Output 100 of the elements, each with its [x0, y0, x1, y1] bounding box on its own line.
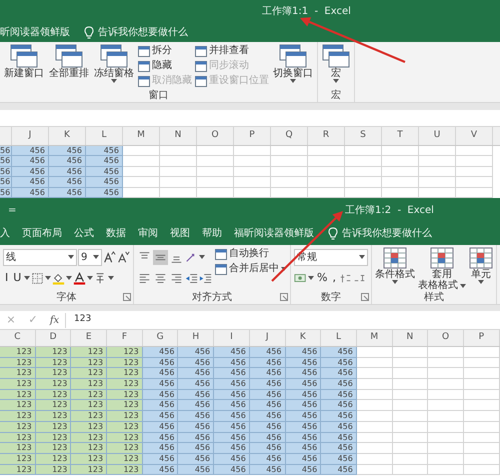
- table-cell: [356, 432, 393, 444]
- column-header[interactable]: M: [356, 330, 393, 346]
- font-grow-icon[interactable]: [103, 250, 116, 264]
- ribbon-button[interactable]: 宏: [321, 44, 351, 83]
- table-cell: 456: [178, 443, 214, 454]
- dialog-launcher-icon[interactable]: [361, 293, 369, 301]
- caret-icon[interactable]: [68, 255, 74, 259]
- column-header[interactable]: S: [345, 127, 382, 145]
- column-header[interactable]: K: [49, 127, 86, 145]
- column-header[interactable]: O: [197, 127, 234, 145]
- ribbon-button[interactable]: 冻结窗格: [93, 44, 135, 83]
- table-cell: 123: [71, 422, 108, 432]
- column-header[interactable]: V: [456, 127, 493, 145]
- ribbon-button[interactable]: 条件格式: [375, 247, 415, 284]
- column-header[interactable]: N: [392, 330, 428, 346]
- caret-icon[interactable]: [333, 79, 339, 83]
- column-header[interactable]: R: [308, 127, 345, 145]
- tell-me-search[interactable]: 告诉我你想要做什么: [98, 24, 188, 40]
- column-header[interactable]: J: [250, 330, 286, 346]
- column-header[interactable]: E: [71, 330, 108, 346]
- currency-icon[interactable]: [294, 272, 307, 284]
- caret-icon[interactable]: [111, 79, 117, 83]
- ribbon-tab[interactable]: 福昕阅读器领鲜版: [228, 226, 320, 241]
- font-color-icon[interactable]: [73, 272, 86, 284]
- column-header[interactable]: Q: [271, 127, 308, 145]
- column-header[interactable]: J: [12, 127, 49, 145]
- column-header[interactable]: O: [428, 330, 464, 346]
- ribbon-tab[interactable]: 审阅: [132, 226, 164, 241]
- caret-icon[interactable]: [308, 276, 314, 280]
- ribbon-button[interactable]: 新建窗口: [3, 44, 45, 79]
- quick-access-button[interactable]: =: [0, 202, 345, 218]
- column-header[interactable]: T: [382, 127, 419, 145]
- column-header[interactable]: I: [214, 330, 250, 346]
- borders-icon[interactable]: [31, 272, 44, 284]
- ribbon-button[interactable]: 套用 表格格式: [418, 247, 466, 291]
- column-header[interactable]: L: [86, 127, 123, 145]
- decrease-indent-icon[interactable]: [185, 272, 198, 284]
- increase-indent-icon[interactable]: [199, 272, 212, 284]
- table-cell: [392, 443, 428, 454]
- caret-icon[interactable]: [66, 276, 72, 280]
- caret-icon[interactable]: [359, 255, 365, 259]
- column-header[interactable]: L: [321, 330, 357, 346]
- caret-icon[interactable]: [290, 79, 296, 83]
- table-cell: 123: [71, 358, 108, 368]
- ribbon-button[interactable]: 拆分: [138, 44, 192, 58]
- table-cell: 456: [12, 166, 49, 178]
- table-cell: [428, 432, 464, 444]
- format-button[interactable]: ,: [330, 271, 338, 285]
- table-cell: [160, 177, 197, 188]
- caret-icon[interactable]: [478, 280, 484, 284]
- insert-function-button[interactable]: fx: [44, 312, 66, 328]
- ribbon-tab[interactable]: 入: [0, 226, 16, 241]
- ribbon-tab[interactable]: 公式: [68, 226, 100, 241]
- column-header[interactable]: C: [0, 330, 36, 346]
- caret-icon[interactable]: [87, 276, 94, 280]
- ribbon-tab[interactable]: 数据: [100, 226, 132, 241]
- table-cell: 123: [36, 347, 72, 358]
- ribbon-button[interactable]: 自动换行: [215, 247, 287, 261]
- dropdown-field[interactable]: 线: [3, 248, 77, 266]
- format-button[interactable]: U: [11, 271, 24, 285]
- column-header[interactable]: P: [464, 330, 500, 346]
- paint-bucket-icon[interactable]: [52, 272, 66, 284]
- ribbon-tab[interactable]: 昕阅读器领鲜版: [0, 24, 76, 40]
- ribbon-tab[interactable]: 帮助: [196, 226, 228, 241]
- caret-icon[interactable]: [199, 255, 205, 259]
- format-button[interactable]: %: [315, 271, 330, 285]
- column-header[interactable]: H: [178, 330, 214, 346]
- column-header[interactable]: K: [286, 330, 322, 346]
- column-header[interactable]: P: [234, 127, 271, 145]
- ribbon-button[interactable]: 单元: [469, 247, 493, 284]
- caret-icon[interactable]: [392, 280, 398, 284]
- caret-icon[interactable]: [460, 284, 466, 288]
- column-header[interactable]: U: [419, 127, 456, 145]
- column-header[interactable]: D: [36, 330, 72, 346]
- dialog-launcher-icon[interactable]: [123, 293, 131, 301]
- tell-me-search[interactable]: 告诉我你想要做什么: [342, 226, 432, 241]
- dialog-launcher-icon[interactable]: [280, 293, 288, 301]
- caret-icon[interactable]: [108, 276, 114, 280]
- column-header[interactable]: G: [142, 330, 178, 346]
- column-header[interactable]: F: [107, 330, 143, 346]
- ribbon-tab[interactable]: 页面布局: [16, 226, 68, 241]
- lightbulb-icon[interactable]: [328, 227, 338, 240]
- dropdown-field[interactable]: 9: [78, 248, 102, 266]
- ribbon-tab[interactable]: 视图: [164, 226, 196, 241]
- caret-icon[interactable]: [24, 276, 30, 280]
- format-button[interactable]: I: [3, 271, 10, 285]
- font-shrink-icon[interactable]: [117, 250, 130, 264]
- increase-decimal-icon[interactable]: [338, 272, 352, 284]
- lightbulb-icon[interactable]: [84, 26, 94, 38]
- caret-icon[interactable]: [93, 255, 99, 259]
- caret-icon[interactable]: [45, 276, 52, 280]
- formula-value[interactable]: 123: [66, 313, 92, 327]
- caret-icon[interactable]: [281, 267, 287, 271]
- column-header[interactable]: N: [160, 127, 197, 145]
- ribbon-button[interactable]: 隐藏: [138, 59, 192, 73]
- ribbon-button[interactable]: 切换窗口: [272, 44, 314, 83]
- column-header[interactable]: M: [123, 127, 160, 145]
- ribbon-button[interactable]: 全部重排: [48, 44, 90, 79]
- ribbon-button[interactable]: 合并后居中: [215, 262, 287, 276]
- ribbon-button[interactable]: 并排查看: [195, 44, 269, 58]
